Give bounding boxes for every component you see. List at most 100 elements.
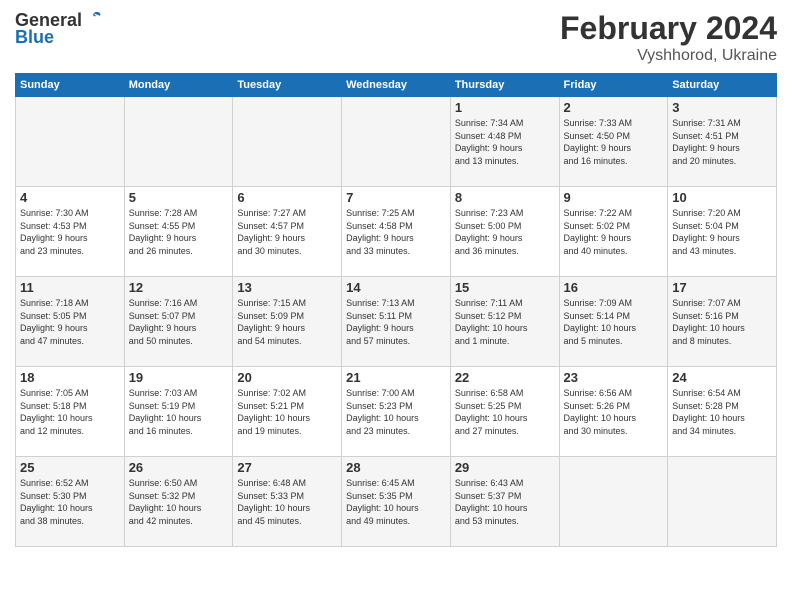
header-thursday: Thursday — [450, 74, 559, 97]
day-number: 9 — [564, 190, 664, 205]
day-cell: 21 Sunrise: 7:00 AM Sunset: 5:23 PM Dayli… — [342, 367, 451, 457]
day-info: Sunrise: 7:09 AM Sunset: 5:14 PM Dayligh… — [564, 297, 664, 347]
day-number: 14 — [346, 280, 446, 295]
day-number: 3 — [672, 100, 772, 115]
day-number: 8 — [455, 190, 555, 205]
header-row: SundayMondayTuesdayWednesdayThursdayFrid… — [16, 74, 777, 97]
calendar-title: February 2024 — [560, 10, 777, 47]
day-number: 6 — [237, 190, 337, 205]
logo-blue-text: Blue — [15, 27, 54, 48]
day-number: 10 — [672, 190, 772, 205]
day-number: 16 — [564, 280, 664, 295]
day-number: 17 — [672, 280, 772, 295]
day-cell: 2 Sunrise: 7:33 AM Sunset: 4:50 PM Daylig… — [559, 97, 668, 187]
day-number: 29 — [455, 460, 555, 475]
day-info: Sunrise: 6:48 AM Sunset: 5:33 PM Dayligh… — [237, 477, 337, 527]
day-number: 5 — [129, 190, 229, 205]
day-cell: 4 Sunrise: 7:30 AM Sunset: 4:53 PM Daylig… — [16, 187, 125, 277]
day-cell — [559, 457, 668, 547]
day-info: Sunrise: 7:31 AM Sunset: 4:51 PM Dayligh… — [672, 117, 772, 167]
header-monday: Monday — [124, 74, 233, 97]
day-cell: 9Sunrise: 7:22 AM Sunset: 5:02 PM Daylig… — [559, 187, 668, 277]
day-info: Sunrise: 7:28 AM Sunset: 4:55 PM Dayligh… — [129, 207, 229, 257]
header-friday: Friday — [559, 74, 668, 97]
day-cell: 15Sunrise: 7:11 AM Sunset: 5:12 PM Dayli… — [450, 277, 559, 367]
title-block: February 2024 Vyshhorod, Ukraine — [560, 10, 777, 65]
day-info: Sunrise: 7:03 AM Sunset: 5:19 PM Dayligh… — [129, 387, 229, 437]
week-row-4: 25Sunrise: 6:52 AM Sunset: 5:30 PM Dayli… — [16, 457, 777, 547]
day-number: 1 — [455, 100, 555, 115]
header-sunday: Sunday — [16, 74, 125, 97]
day-info: Sunrise: 7:25 AM Sunset: 4:58 PM Dayligh… — [346, 207, 446, 257]
day-number: 21 — [346, 370, 446, 385]
day-info: Sunrise: 6:45 AM Sunset: 5:35 PM Dayligh… — [346, 477, 446, 527]
day-info: Sunrise: 7:18 AM Sunset: 5:05 PM Dayligh… — [20, 297, 120, 347]
day-cell: 16 Sunrise: 7:09 AM Sunset: 5:14 PM Dayli… — [559, 277, 668, 367]
day-cell: 19 Sunrise: 7:03 AM Sunset: 5:19 PM Dayli… — [124, 367, 233, 457]
day-cell — [233, 97, 342, 187]
day-number: 20 — [237, 370, 337, 385]
day-cell: 23 Sunrise: 6:56 AM Sunset: 5:26 PM Dayli… — [559, 367, 668, 457]
day-number: 19 — [129, 370, 229, 385]
day-info: Sunrise: 6:58 AM Sunset: 5:25 PM Dayligh… — [455, 387, 555, 437]
day-info: Sunrise: 7:07 AM Sunset: 5:16 PM Dayligh… — [672, 297, 772, 347]
day-cell: 12Sunrise: 7:16 AM Sunset: 5:07 PM Dayli… — [124, 277, 233, 367]
day-number: 18 — [20, 370, 120, 385]
day-number: 28 — [346, 460, 446, 475]
day-cell: 7 Sunrise: 7:25 AM Sunset: 4:58 PM Daylig… — [342, 187, 451, 277]
day-info: Sunrise: 7:05 AM Sunset: 5:18 PM Dayligh… — [20, 387, 120, 437]
day-cell — [124, 97, 233, 187]
day-cell: 13Sunrise: 7:15 AM Sunset: 5:09 PM Dayli… — [233, 277, 342, 367]
day-info: Sunrise: 6:56 AM Sunset: 5:26 PM Dayligh… — [564, 387, 664, 437]
day-info: Sunrise: 7:30 AM Sunset: 4:53 PM Dayligh… — [20, 207, 120, 257]
day-cell: 18 Sunrise: 7:05 AM Sunset: 5:18 PM Dayli… — [16, 367, 125, 457]
day-cell — [668, 457, 777, 547]
day-info: Sunrise: 7:02 AM Sunset: 5:21 PM Dayligh… — [237, 387, 337, 437]
day-cell — [16, 97, 125, 187]
day-number: 7 — [346, 190, 446, 205]
logo: General Blue — [15, 10, 104, 48]
day-info: Sunrise: 7:20 AM Sunset: 5:04 PM Dayligh… — [672, 207, 772, 257]
page-header: General Blue February 2024 Vyshhorod, Uk… — [15, 10, 777, 65]
week-row-3: 18 Sunrise: 7:05 AM Sunset: 5:18 PM Dayli… — [16, 367, 777, 457]
day-number: 2 — [564, 100, 664, 115]
day-info: Sunrise: 6:43 AM Sunset: 5:37 PM Dayligh… — [455, 477, 555, 527]
day-number: 27 — [237, 460, 337, 475]
day-cell: 17 Sunrise: 7:07 AM Sunset: 5:16 PM Dayli… — [668, 277, 777, 367]
week-row-2: 11 Sunrise: 7:18 AM Sunset: 5:05 PM Dayli… — [16, 277, 777, 367]
day-cell: 20 Sunrise: 7:02 AM Sunset: 5:21 PM Dayli… — [233, 367, 342, 457]
week-row-0: 1 Sunrise: 7:34 AM Sunset: 4:48 PM Daylig… — [16, 97, 777, 187]
day-info: Sunrise: 7:23 AM Sunset: 5:00 PM Dayligh… — [455, 207, 555, 257]
day-cell: 27 Sunrise: 6:48 AM Sunset: 5:33 PM Dayli… — [233, 457, 342, 547]
day-info: Sunrise: 6:50 AM Sunset: 5:32 PM Dayligh… — [129, 477, 229, 527]
day-cell: 5 Sunrise: 7:28 AM Sunset: 4:55 PM Daylig… — [124, 187, 233, 277]
week-row-1: 4 Sunrise: 7:30 AM Sunset: 4:53 PM Daylig… — [16, 187, 777, 277]
day-number: 22 — [455, 370, 555, 385]
day-info: Sunrise: 7:33 AM Sunset: 4:50 PM Dayligh… — [564, 117, 664, 167]
day-number: 4 — [20, 190, 120, 205]
day-info: Sunrise: 7:00 AM Sunset: 5:23 PM Dayligh… — [346, 387, 446, 437]
day-info: Sunrise: 7:34 AM Sunset: 4:48 PM Dayligh… — [455, 117, 555, 167]
day-number: 24 — [672, 370, 772, 385]
day-number: 13 — [237, 280, 337, 295]
day-number: 26 — [129, 460, 229, 475]
day-number: 23 — [564, 370, 664, 385]
day-info: Sunrise: 6:52 AM Sunset: 5:30 PM Dayligh… — [20, 477, 120, 527]
day-cell: 11 Sunrise: 7:18 AM Sunset: 5:05 PM Dayli… — [16, 277, 125, 367]
day-info: Sunrise: 7:27 AM Sunset: 4:57 PM Dayligh… — [237, 207, 337, 257]
header-wednesday: Wednesday — [342, 74, 451, 97]
day-cell: 25Sunrise: 6:52 AM Sunset: 5:30 PM Dayli… — [16, 457, 125, 547]
day-cell: 28 Sunrise: 6:45 AM Sunset: 5:35 PM Dayli… — [342, 457, 451, 547]
day-cell: 1 Sunrise: 7:34 AM Sunset: 4:48 PM Daylig… — [450, 97, 559, 187]
day-number: 11 — [20, 280, 120, 295]
calendar-location: Vyshhorod, Ukraine — [560, 47, 777, 65]
day-cell: 10 Sunrise: 7:20 AM Sunset: 5:04 PM Dayli… — [668, 187, 777, 277]
day-info: Sunrise: 7:16 AM Sunset: 5:07 PM Dayligh… — [129, 297, 229, 347]
day-cell: 26 Sunrise: 6:50 AM Sunset: 5:32 PM Dayli… — [124, 457, 233, 547]
day-cell: 14Sunrise: 7:13 AM Sunset: 5:11 PM Dayli… — [342, 277, 451, 367]
calendar-table: SundayMondayTuesdayWednesdayThursdayFrid… — [15, 73, 777, 547]
header-tuesday: Tuesday — [233, 74, 342, 97]
day-cell: 8 Sunrise: 7:23 AM Sunset: 5:00 PM Daylig… — [450, 187, 559, 277]
day-info: Sunrise: 6:54 AM Sunset: 5:28 PM Dayligh… — [672, 387, 772, 437]
header-saturday: Saturday — [668, 74, 777, 97]
